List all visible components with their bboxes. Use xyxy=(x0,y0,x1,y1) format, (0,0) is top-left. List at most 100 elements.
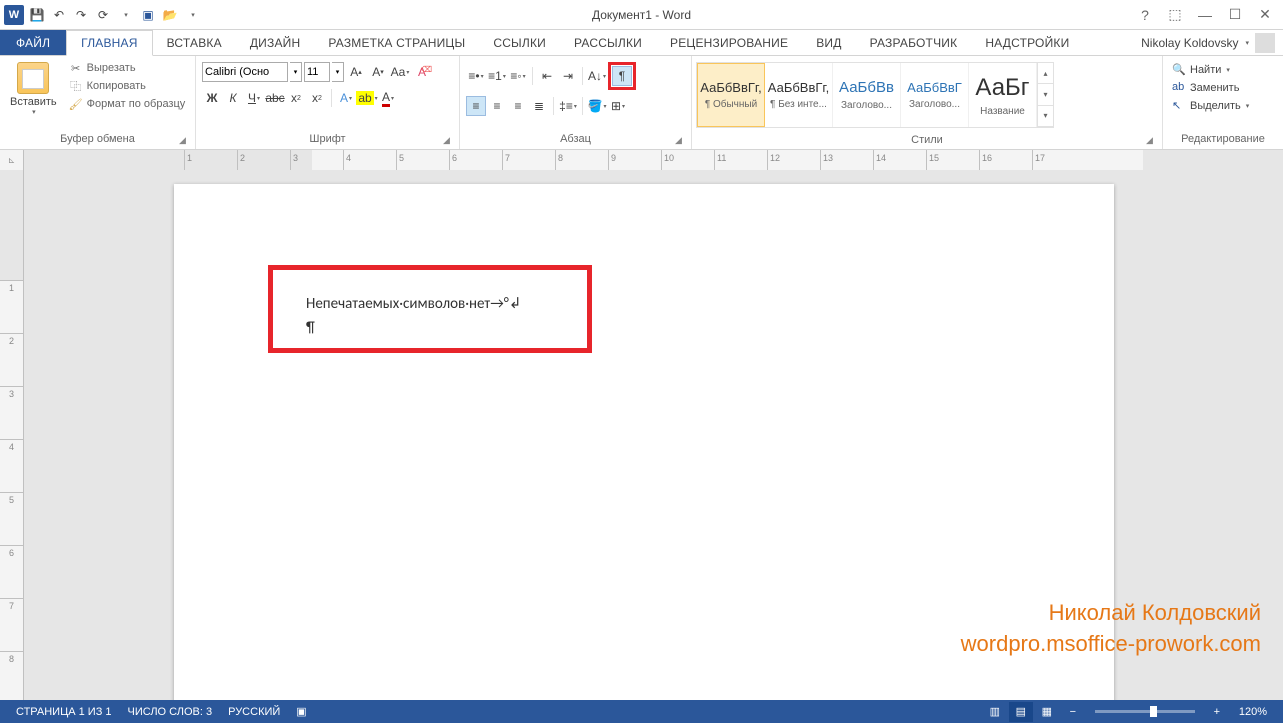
replace-button[interactable]: abЗаменить xyxy=(1171,80,1250,96)
font-name-dropdown-icon[interactable]: ▾ xyxy=(290,62,302,82)
underline-button[interactable]: Ч xyxy=(244,88,264,108)
style-name: ¶ Обычный xyxy=(700,99,762,110)
ribbon-tabs: ФАЙЛ ГЛАВНАЯ ВСТАВКА ДИЗАЙН РАЗМЕТКА СТР… xyxy=(0,30,1283,56)
copy-icon: ⿻ xyxy=(69,79,83,93)
minimize-icon[interactable]: — xyxy=(1191,5,1219,25)
repeat-icon[interactable]: ⟳ xyxy=(94,6,112,24)
bold-button[interactable]: Ж xyxy=(202,88,222,108)
user-account[interactable]: Nikolay Koldovsky ▾ xyxy=(1141,30,1283,55)
tab-layout[interactable]: РАЗМЕТКА СТРАНИЦЫ xyxy=(314,30,479,55)
line-spacing-button[interactable]: ‡≡ xyxy=(558,96,578,116)
status-word-count[interactable]: ЧИСЛО СЛОВ: 3 xyxy=(120,706,221,718)
font-color-button[interactable]: A xyxy=(378,88,398,108)
strikethrough-button[interactable]: abc xyxy=(265,88,285,108)
change-case-button[interactable]: Aa xyxy=(390,62,410,82)
highlight-button[interactable]: ab xyxy=(357,88,377,108)
word-app-icon[interactable]: W xyxy=(4,5,24,25)
document-text[interactable]: Непечатаемых·символов·нет→°↲ ¶ xyxy=(306,292,521,340)
style-heading2[interactable]: АаБбВвГ Заголово... xyxy=(901,63,969,127)
font-name-combo[interactable] xyxy=(202,62,288,82)
font-size-combo[interactable] xyxy=(304,62,330,82)
tab-references[interactable]: ССЫЛКИ xyxy=(479,30,560,55)
view-read-mode-button[interactable]: ▥ xyxy=(983,702,1007,722)
justify-button[interactable]: ≣ xyxy=(529,96,549,116)
font-dialog-launcher[interactable]: ◢ xyxy=(443,135,455,147)
text-line-1: Непечатаемых·символов·нет→°↲ xyxy=(306,292,521,316)
macro-icon[interactable]: ▣ xyxy=(139,6,157,24)
ruler-horizontal[interactable]: 1234567891011121314151617 xyxy=(24,150,1283,170)
shrink-font-button[interactable]: A▾ xyxy=(368,62,388,82)
tab-home[interactable]: ГЛАВНАЯ xyxy=(66,30,152,56)
style-title[interactable]: АаБг Название xyxy=(969,63,1037,127)
format-painter-button[interactable]: 🖌Формат по образцу xyxy=(67,96,188,112)
sort-button[interactable]: A↓ xyxy=(587,66,607,86)
bullets-button[interactable]: ≡• xyxy=(466,66,486,86)
view-print-layout-button[interactable]: ▤ xyxy=(1009,702,1033,722)
clear-formatting-button[interactable]: A⌫ xyxy=(412,62,432,82)
tab-developer[interactable]: РАЗРАБОТЧИК xyxy=(856,30,972,55)
italic-button[interactable]: К xyxy=(223,88,243,108)
page-scroll-area[interactable]: Непечатаемых·символов·нет→°↲ ¶ Николай К… xyxy=(24,170,1283,700)
tab-insert[interactable]: ВСТАВКА xyxy=(153,30,236,55)
font-group: ▾ ▾ A▴ A▾ Aa A⌫ Ж К Ч abc x2 x2 A ab A Ш xyxy=(196,56,460,149)
close-icon[interactable]: ✕ xyxy=(1251,5,1279,25)
decrease-indent-button[interactable]: ⇤ xyxy=(537,66,557,86)
gallery-expand-icon[interactable]: ▾ xyxy=(1038,106,1053,127)
maximize-icon[interactable]: ☐ xyxy=(1221,5,1249,25)
copy-button[interactable]: ⿻Копировать xyxy=(67,78,188,94)
paragraph-dialog-launcher[interactable]: ◢ xyxy=(675,135,687,147)
align-left-button[interactable]: ≡ xyxy=(466,96,486,116)
gallery-up-icon[interactable]: ▴ xyxy=(1038,63,1053,84)
tab-review[interactable]: РЕЦЕНЗИРОВАНИЕ xyxy=(656,30,802,55)
zoom-slider[interactable] xyxy=(1095,710,1195,713)
window-controls: ? ⬚ — ☐ ✕ xyxy=(1131,5,1283,25)
align-center-button[interactable]: ≡ xyxy=(487,96,507,116)
help-icon[interactable]: ? xyxy=(1131,5,1159,25)
tab-file[interactable]: ФАЙЛ xyxy=(0,30,66,55)
tab-addins[interactable]: НАДСТРОЙКИ xyxy=(971,30,1083,55)
subscript-button[interactable]: x2 xyxy=(286,88,306,108)
styles-dialog-launcher[interactable]: ◢ xyxy=(1146,135,1158,147)
undo-icon[interactable]: ↶ xyxy=(50,6,68,24)
open-icon[interactable]: 📂 xyxy=(161,6,179,24)
gallery-down-icon[interactable]: ▾ xyxy=(1038,84,1053,105)
zoom-out-button[interactable]: − xyxy=(1061,702,1085,722)
tab-design[interactable]: ДИЗАЙН xyxy=(236,30,315,55)
borders-button[interactable]: ⊞ xyxy=(608,96,628,116)
tab-view[interactable]: ВИД xyxy=(802,30,855,55)
align-right-button[interactable]: ≡ xyxy=(508,96,528,116)
redo-icon[interactable]: ↷ xyxy=(72,6,90,24)
status-page[interactable]: СТРАНИЦА 1 ИЗ 1 xyxy=(8,706,120,718)
save-icon[interactable]: 💾 xyxy=(28,6,46,24)
style-name: Заголово... xyxy=(835,100,898,111)
tab-mailings[interactable]: РАССЫЛКИ xyxy=(560,30,656,55)
cut-button[interactable]: ✂Вырезать xyxy=(67,60,188,76)
status-language[interactable]: РУССКИЙ xyxy=(220,706,288,718)
grow-font-button[interactable]: A▴ xyxy=(346,62,366,82)
shading-button[interactable]: 🪣 xyxy=(587,96,607,116)
superscript-button[interactable]: x2 xyxy=(307,88,327,108)
clipboard-dialog-launcher[interactable]: ◢ xyxy=(179,135,191,147)
ruler-vertical[interactable]: 123456789 xyxy=(0,170,24,700)
show-hide-marks-button[interactable]: ¶ xyxy=(612,66,632,86)
numbering-button[interactable]: ≡1 xyxy=(487,66,507,86)
paste-button[interactable]: Вставить ▾ xyxy=(4,60,63,118)
text-effects-button[interactable]: A xyxy=(336,88,356,108)
ribbon-display-icon[interactable]: ⬚ xyxy=(1161,5,1189,25)
font-size-dropdown-icon[interactable]: ▾ xyxy=(332,62,344,82)
zoom-level[interactable]: 120% xyxy=(1231,706,1275,718)
status-macro-icon[interactable]: ▣ xyxy=(288,705,314,718)
multilevel-list-button[interactable]: ≡◦ xyxy=(508,66,528,86)
style-preview: АаБбВвГг, xyxy=(700,80,761,95)
style-heading1[interactable]: АаБбВв Заголово... xyxy=(833,63,901,127)
ruler-corner[interactable]: ⊾ xyxy=(0,150,24,170)
style-normal[interactable]: АаБбВвГг, ¶ Обычный xyxy=(697,63,765,127)
view-web-layout-button[interactable]: ▦ xyxy=(1035,702,1059,722)
zoom-in-button[interactable]: + xyxy=(1205,702,1229,722)
style-no-spacing[interactable]: АаБбВвГг, ¶ Без инте... xyxy=(765,63,833,127)
increase-indent-button[interactable]: ⇥ xyxy=(558,66,578,86)
qat-customize-icon[interactable]: ▾ xyxy=(184,6,202,24)
find-button[interactable]: 🔍Найти▾ xyxy=(1171,62,1250,78)
zoom-slider-thumb[interactable] xyxy=(1150,706,1157,717)
select-button[interactable]: ↖Выделить▾ xyxy=(1171,98,1250,114)
